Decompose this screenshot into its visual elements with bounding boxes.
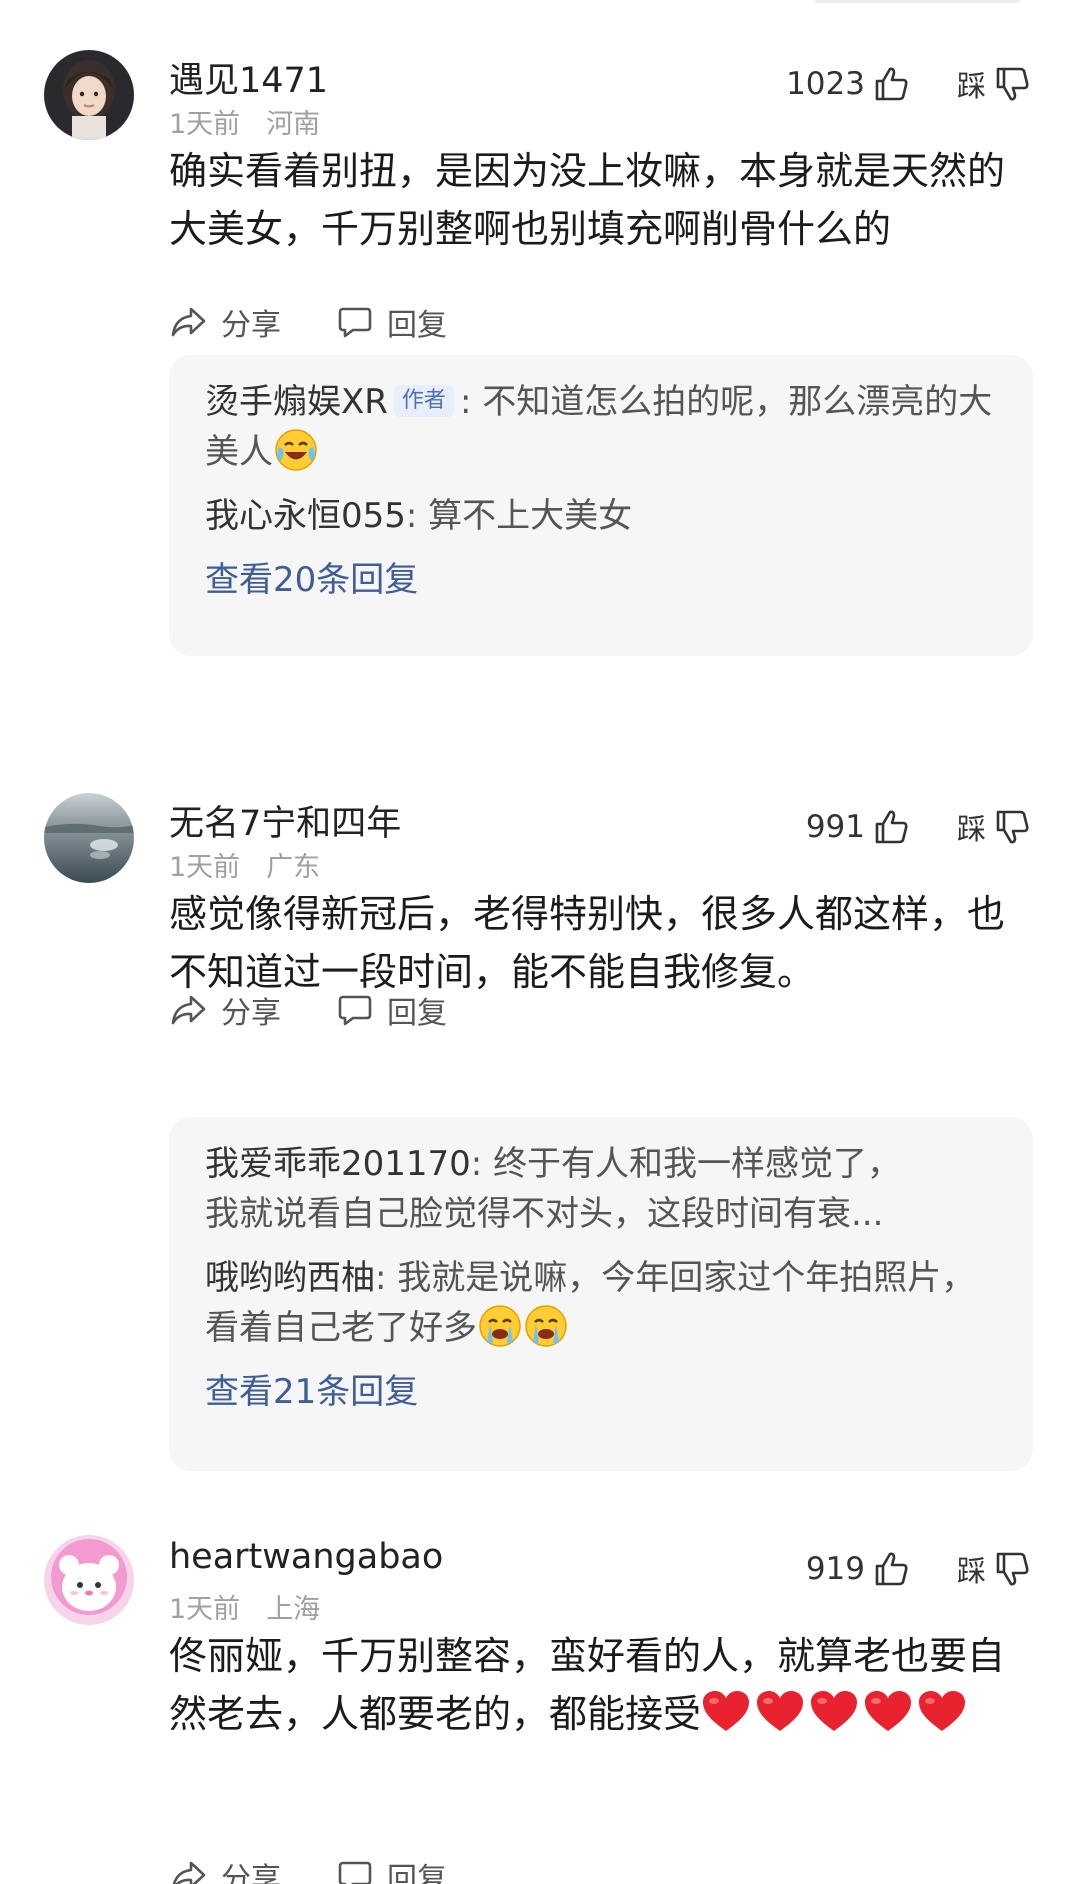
reply-separator: : — [459, 382, 483, 422]
reply-item[interactable]: 我心永恒055: 算不上大美女 — [205, 491, 997, 541]
like-count: 1023 — [786, 66, 865, 102]
share-icon — [169, 305, 207, 339]
dislike-label[interactable]: 踩 — [957, 806, 986, 848]
comment-text: 确实看着别扭，是因为没上妆嘛，本身就是天然的大美女，千万别整啊也别填充啊削骨什么… — [169, 149, 1006, 251]
reply-username[interactable]: 烫手煽娱XR — [205, 382, 388, 422]
comment-actions: 分享 回复 — [169, 989, 447, 1031]
comment-meta: 1天前 河南 — [169, 102, 320, 141]
reply-text-line1: 终于有人和我一样感觉了， — [493, 1144, 902, 1184]
post-time: 1天前 — [169, 1594, 241, 1625]
reply-item[interactable]: 烫手煽娱XR 作者: 不知道怎么拍的呢，那么漂亮的大美人 — [205, 377, 997, 477]
post-time: 1天前 — [169, 109, 241, 140]
view-more-replies-link[interactable]: 查看21条回复 — [205, 1367, 997, 1417]
comment-meta: 1天前 上海 — [169, 1587, 320, 1626]
reply-separator: : — [405, 496, 429, 536]
reply-item[interactable]: 哦哟哟西柚: 我就是说嘛，今年回家过个年拍照片，看着自己老了好多 — [205, 1253, 997, 1353]
post-location: 河南 — [266, 109, 321, 140]
post-location: 上海 — [266, 1594, 321, 1625]
dislike-label[interactable]: 踩 — [957, 63, 986, 105]
comment-actions: 分享 回复 — [169, 1855, 447, 1884]
reply-label: 回复 — [387, 308, 447, 343]
username[interactable]: 遇见1471 — [169, 52, 328, 103]
red-heart-emoji — [809, 1689, 859, 1735]
like-bar: 991 踩 — [806, 805, 1032, 849]
username[interactable]: heartwangabao — [169, 1537, 443, 1577]
share-icon — [169, 993, 207, 1027]
reply-username[interactable]: 哦哟哟西柚 — [205, 1258, 375, 1298]
reply-label: 回复 — [387, 1862, 447, 1884]
comment-feed: 遇见1471 1天前 河南 1023 踩 确实看着别扭，是因为没上妆嘛，本身就是天… — [0, 0, 1080, 1884]
reply-item[interactable]: 我爱乖乖201170: 终于有人和我一样感觉了， 我就说看自己脸觉得不对头，这段… — [205, 1139, 997, 1239]
share-label: 分享 — [221, 1862, 281, 1884]
reply-preview-box: 烫手煽娱XR 作者: 不知道怎么拍的呢，那么漂亮的大美人 我心永恒055: 算不上… — [169, 355, 1033, 656]
red-heart-emoji — [863, 1689, 913, 1735]
thumbs-down-icon[interactable] — [992, 807, 1032, 847]
thumbs-up-icon[interactable] — [871, 64, 911, 104]
thumbs-up-icon[interactable] — [871, 1549, 911, 1589]
crying-emoji — [523, 1303, 569, 1349]
reply-text: 算不上大美女 — [428, 496, 633, 536]
post-location: 广东 — [266, 852, 321, 883]
dislike-label[interactable]: 踩 — [957, 1548, 986, 1590]
comment-text: 感觉像得新冠后，老得特别快，很多人都这样，也不知道过一段时间，能不能自我修复。 — [169, 892, 1006, 994]
comment-actions: 分享 回复 — [169, 301, 447, 343]
reply-preview-box: 我爱乖乖201170: 终于有人和我一样感觉了， 我就说看自己脸觉得不对头，这段… — [169, 1117, 1033, 1471]
thumbs-down-icon[interactable] — [992, 64, 1032, 104]
post-time: 1天前 — [169, 852, 241, 883]
reply-button[interactable]: 回复 — [337, 988, 447, 1032]
share-icon — [169, 1859, 207, 1884]
thumbs-up-icon[interactable] — [871, 807, 911, 847]
author-badge: 作者 — [393, 385, 454, 417]
reply-text-line2: 我就说看自己脸觉得不对头，这段时间有衰... — [205, 1194, 884, 1234]
reply-separator: : — [375, 1258, 398, 1298]
share-button[interactable]: 分享 — [169, 988, 281, 1032]
view-more-replies-link[interactable]: 查看20条回复 — [205, 555, 997, 605]
chat-bubble-icon — [337, 1859, 373, 1884]
reply-username[interactable]: 我心永恒055 — [205, 496, 406, 536]
comment-text: 佟丽娅，千万别整容，蛮好看的人，就算老也要自然老去，人都要老的，都能接受 — [169, 1627, 1019, 1743]
avatar[interactable] — [44, 50, 134, 140]
like-bar: 1023 踩 — [786, 62, 1032, 106]
red-heart-emoji — [917, 1689, 967, 1735]
reply-username[interactable]: 我爱乖乖201170 — [205, 1144, 471, 1184]
like-bar: 919 踩 — [806, 1547, 1032, 1591]
username[interactable]: 无名7宁和四年 — [169, 795, 401, 846]
reply-button[interactable]: 回复 — [337, 1854, 447, 1884]
avatar[interactable] — [44, 793, 134, 883]
red-heart-emoji — [701, 1689, 751, 1735]
reply-button[interactable]: 回复 — [337, 300, 447, 344]
reply-label: 回复 — [387, 996, 447, 1031]
like-count: 919 — [805, 1551, 865, 1587]
crying-laughing-emoji — [273, 427, 319, 473]
top-divider — [815, 0, 1020, 3]
share-label: 分享 — [221, 308, 281, 343]
like-count: 991 — [805, 809, 865, 845]
chat-bubble-icon — [337, 305, 373, 339]
reply-separator: : — [470, 1144, 494, 1184]
comment-meta: 1天前 广东 — [169, 845, 320, 884]
crying-emoji — [477, 1303, 523, 1349]
share-button[interactable]: 分享 — [169, 300, 281, 344]
avatar[interactable] — [44, 1535, 134, 1625]
chat-bubble-icon — [337, 993, 373, 1027]
red-heart-emoji — [755, 1689, 805, 1735]
share-button[interactable]: 分享 — [169, 1854, 281, 1884]
thumbs-down-icon[interactable] — [992, 1549, 1032, 1589]
share-label: 分享 — [221, 996, 281, 1031]
